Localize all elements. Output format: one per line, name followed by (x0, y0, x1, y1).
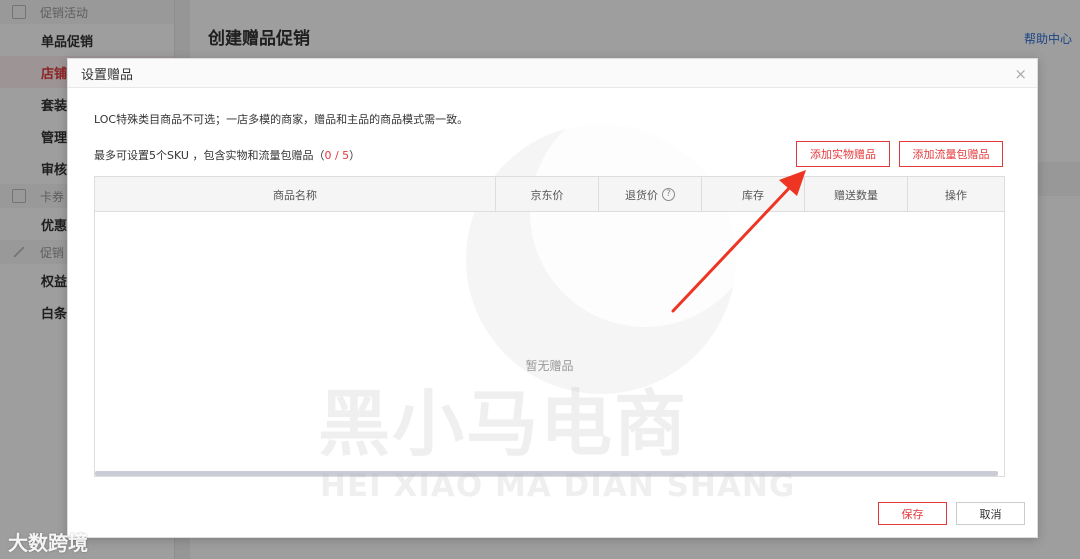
column-actions: 操作 (945, 188, 967, 202)
sku-count: 0 / 5 (324, 149, 350, 162)
column-gift-quantity: 赠送数量 (805, 177, 908, 212)
close-icon[interactable]: × (1014, 65, 1027, 83)
watermark-en: HEI XIAO MA DIAN SHANG (320, 468, 796, 504)
column-stock: 库存 (702, 177, 805, 212)
save-button[interactable]: 保存 (878, 502, 947, 525)
add-data-pack-gift-button[interactable]: 添加流量包赠品 (899, 141, 1003, 167)
dialog-title: 设置赠品 (81, 67, 134, 83)
cancel-button[interactable]: 取消 (956, 502, 1025, 525)
dialog-header: 设置赠品 (68, 59, 1037, 88)
help-circle-icon[interactable]: ? (662, 188, 675, 201)
sku-limit-label: 最多可设置5个SKU ，包含实物和流量包赠品（ (94, 149, 325, 162)
sku-limit-text: 最多可设置5个SKU ，包含实物和流量包赠品（0 / 5） (94, 147, 360, 163)
category-notice: LOC特殊类目商品不可选；一店多模的商家，赠品和主品的商品模式需一致。 (94, 113, 469, 126)
add-physical-gift-button[interactable]: 添加实物赠品 (796, 141, 890, 167)
watermark-cn: 黑小马电商 (318, 382, 689, 466)
corner-watermark: 大数跨境 (8, 531, 88, 555)
table-header: 商品名称 京东价 退货价 ? 库存 赠送数量 操作 (95, 177, 1004, 212)
sku-limit-close: ） (349, 149, 361, 162)
column-return-price: 退货价 ? (599, 177, 702, 212)
column-product-name: 商品名称 (95, 177, 496, 212)
column-return-price-label: 退货价 (625, 188, 658, 202)
column-jd-price: 京东价 (496, 177, 599, 212)
